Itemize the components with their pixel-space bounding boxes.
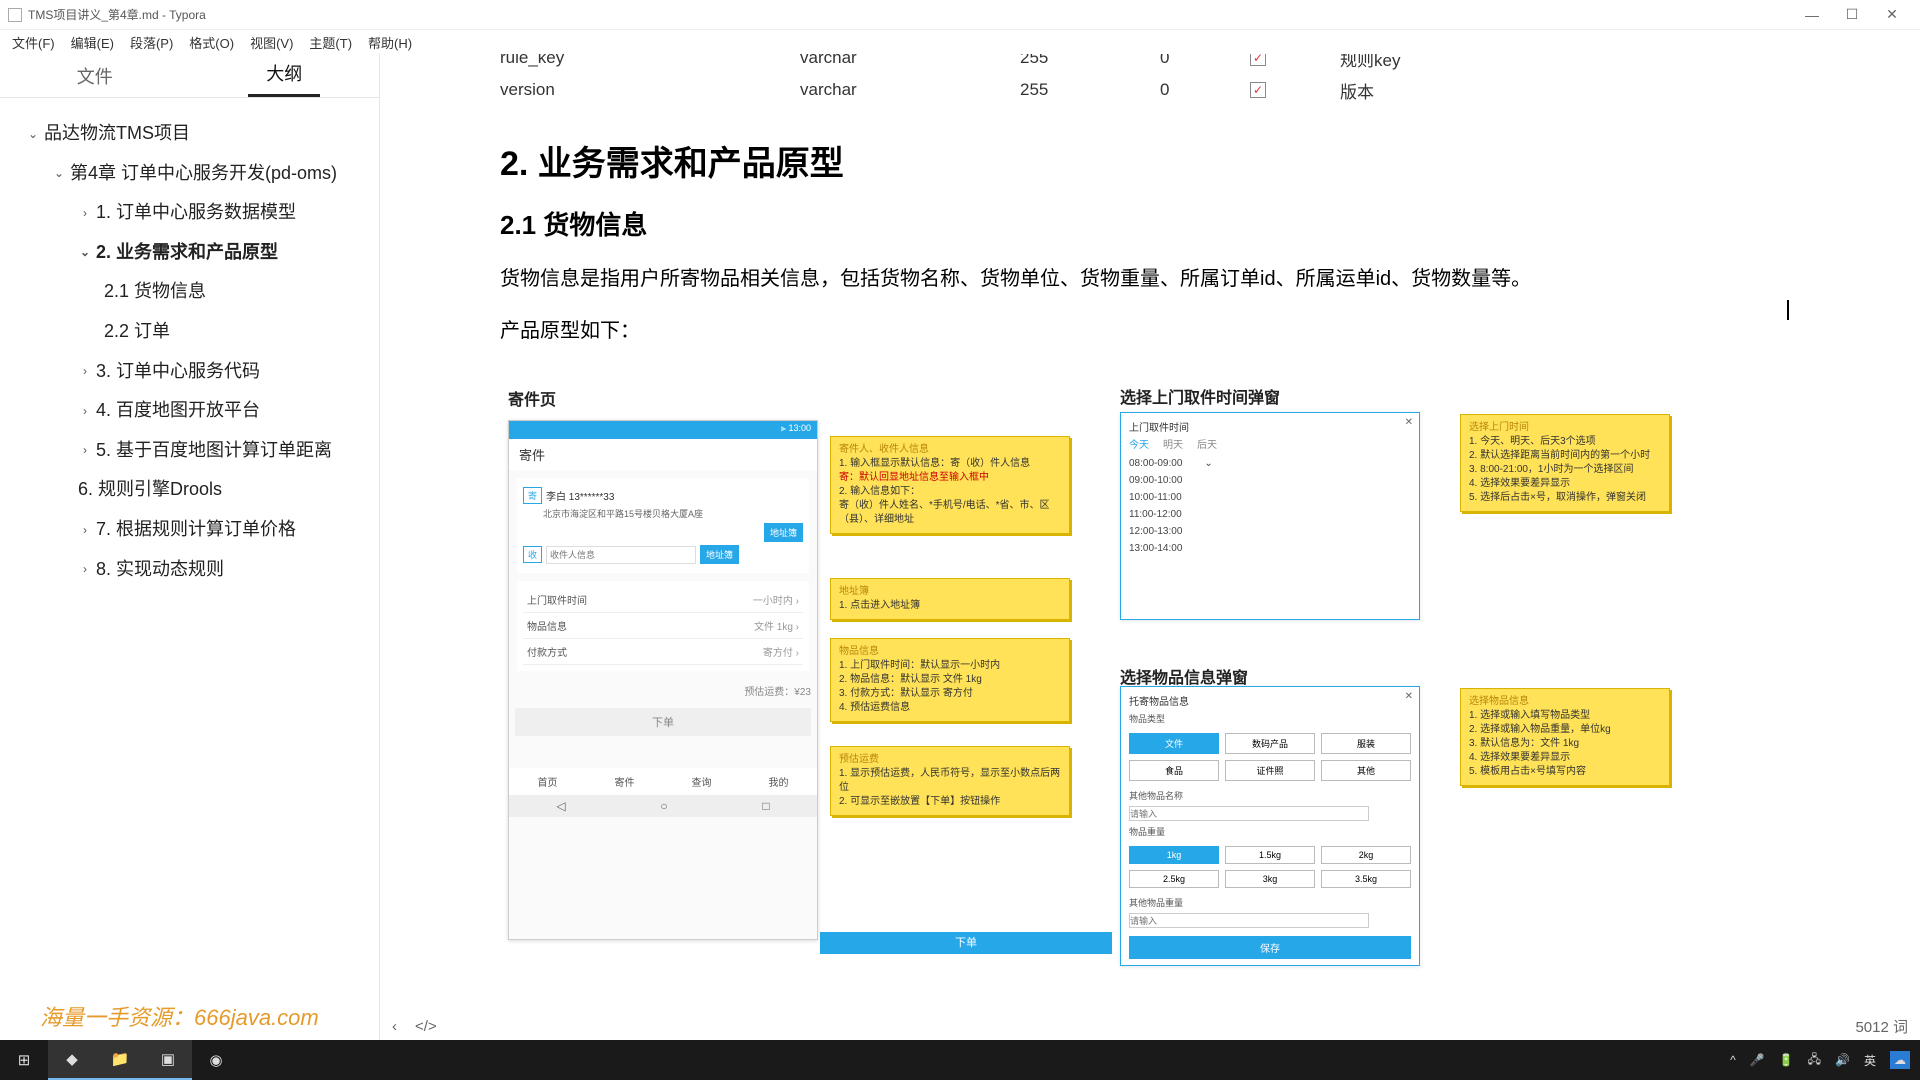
goods-popup: ✕ 托寄物品信息 物品类型 文件数码产品服装 食品证件照其他 其他物品名称 物品… xyxy=(1120,686,1420,966)
start-button[interactable]: ⊞ xyxy=(0,1040,48,1080)
note: 物品信息 1. 上门取件时间：默认显示一小时内2. 物品信息：默认显示 文件 1… xyxy=(830,638,1070,722)
nav-back-icon[interactable]: ‹ xyxy=(392,1018,397,1035)
outline-tree: ⌄品达物流TMS项目 ⌄第4章 订单中心服务开发(pd-oms) ›1. 订单中… xyxy=(0,98,379,1040)
menu-help[interactable]: 帮助(H) xyxy=(360,33,420,52)
taskbar-app[interactable]: 📁 xyxy=(96,1040,144,1080)
phone-statusbar: ⫸ 13:00 xyxy=(509,421,817,439)
outline-item[interactable]: ›5. 基于百度地图计算订单距离 xyxy=(8,431,371,471)
menu-paragraph[interactable]: 段落(P) xyxy=(122,33,181,52)
table-row: rule_keyvarchar2550✓规则key xyxy=(500,54,1800,74)
save-button: 保存 xyxy=(1129,936,1411,959)
chevron-down-icon: ⌄ xyxy=(1204,458,1212,469)
caret-icon: ⌄ xyxy=(78,239,92,265)
titlebar: TMS项目讲义_第4章.md - Typora — ☐ ✕ xyxy=(0,0,1920,30)
phone-title: 寄件 xyxy=(509,439,817,470)
statusbar: ‹ </> 5012 词 xyxy=(380,1012,1920,1040)
proto-label: 寄件页 xyxy=(508,386,556,410)
addrbook-button: 地址簿 xyxy=(700,545,739,564)
note: 预估运费 1. 显示预估运费，人民币符号，显示至小数点后两位2. 可显示至嵌放置… xyxy=(830,746,1070,816)
caret-icon: ⌄ xyxy=(52,160,66,186)
outline-item[interactable]: 6. 规则引擎Drools xyxy=(8,470,371,510)
menubar: 文件(F) 编辑(E) 段落(P) 格式(O) 视图(V) 主题(T) 帮助(H… xyxy=(0,30,1920,54)
prototype-diagram: 寄件页 选择上门取件时间弹窗 选择物品信息弹窗 ⫸ 13:00 寄件 寄李白 1… xyxy=(500,370,1800,990)
close-icon: ✕ xyxy=(1405,691,1413,702)
heading-h3: 2.1 货物信息 xyxy=(500,205,1800,242)
submit-button: 下单 xyxy=(515,708,811,736)
outline-item[interactable]: ›7. 根据规则计算订单价格 xyxy=(8,510,371,550)
caret-icon: › xyxy=(78,437,92,463)
proto-label: 选择上门取件时间弹窗 xyxy=(1120,384,1280,408)
receiver-input xyxy=(546,546,696,564)
time-popup: ✕ 上门取件时间 今天明天后天 08:00-09:00⌄ 09:00-10:00… xyxy=(1120,412,1420,620)
tab-outline[interactable]: 大纲 xyxy=(248,52,320,97)
note: 地址簿 1. 点击进入地址簿 xyxy=(830,578,1070,620)
taskbar-app[interactable]: ◆ xyxy=(48,1040,96,1080)
outline-chapter[interactable]: ⌄第4章 订单中心服务开发(pd-oms) xyxy=(8,154,371,194)
caret-icon: › xyxy=(78,398,92,424)
source-mode-icon[interactable]: </> xyxy=(415,1018,437,1035)
phone-mock: ⫸ 13:00 寄件 寄李白 13******33 北京市海淀区和平路15号楼贝… xyxy=(508,420,818,940)
ime-indicator: 英 xyxy=(1864,1052,1876,1069)
minimize-button[interactable]: — xyxy=(1792,7,1832,23)
note: 选择物品信息 1. 选择或输入填写物品类型2. 选择或输入物品重量，单位kg3.… xyxy=(1460,688,1670,786)
price-estimate: 预估运费：¥23 xyxy=(509,679,817,702)
outline-item[interactable]: ›4. 百度地图开放平台 xyxy=(8,391,371,431)
caret-icon: ⌄ xyxy=(26,121,40,147)
outline-item[interactable]: ›1. 订单中心服务数据模型 xyxy=(8,193,371,233)
outline-subitem[interactable]: 2.2 订单 xyxy=(8,312,371,352)
tab-files[interactable]: 文件 xyxy=(59,55,131,97)
note: 寄件人、收件人信息 1. 输入框显示默认信息：寄（收）件人信息 寄：默认回显地址… xyxy=(830,436,1070,534)
proto-label: 选择物品信息弹窗 xyxy=(1120,664,1248,688)
outline-item[interactable]: ›8. 实现动态规则 xyxy=(8,550,371,590)
outline-item-active[interactable]: ⌄2. 业务需求和产品原型 xyxy=(8,233,371,273)
note: 选择上门时间 1. 今天、明天、后天3个选项2. 默认选择距离当前时间内的第一个… xyxy=(1460,414,1670,512)
menu-format[interactable]: 格式(O) xyxy=(181,33,242,52)
caret-icon: › xyxy=(78,517,92,543)
menu-theme[interactable]: 主题(T) xyxy=(301,33,360,52)
sidebar: 文件 大纲 ⌄品达物流TMS项目 ⌄第4章 订单中心服务开发(pd-oms) ›… xyxy=(0,54,380,1040)
close-button[interactable]: ✕ xyxy=(1872,6,1912,23)
db-table: rule_keyvarchar2550✓规则key versionvarchar… xyxy=(500,54,1800,106)
order-bar: 下单 xyxy=(820,932,1112,954)
word-count[interactable]: 5012 词 xyxy=(1855,1016,1908,1037)
checkbox-icon: ✓ xyxy=(1250,54,1266,66)
outline-root[interactable]: ⌄品达物流TMS项目 xyxy=(8,114,371,154)
paragraph: 货物信息是指用户所寄物品相关信息，包括货物名称、货物单位、货物重量、所属订单id… xyxy=(500,260,1800,298)
addrbook-button: 地址簿 xyxy=(764,523,803,542)
app-icon xyxy=(8,8,22,22)
close-icon: ✕ xyxy=(1405,417,1413,428)
system-tray[interactable]: ^🎤🔋🖧🔊 英☁ xyxy=(1720,1050,1920,1071)
menu-view[interactable]: 视图(V) xyxy=(242,33,301,52)
taskbar-app[interactable]: ◉ xyxy=(192,1040,240,1080)
paragraph: 产品原型如下： xyxy=(500,312,1800,350)
checkbox-icon: ✓ xyxy=(1250,82,1266,98)
outline-item[interactable]: ›3. 订单中心服务代码 xyxy=(8,352,371,392)
caret-icon: › xyxy=(78,556,92,582)
maximize-button[interactable]: ☐ xyxy=(1832,6,1872,23)
heading-h2: 2. 业务需求和产品原型 xyxy=(500,136,1800,185)
chevron-up-icon: ^ xyxy=(1730,1053,1736,1067)
caret-icon: › xyxy=(78,200,92,226)
menu-edit[interactable]: 编辑(E) xyxy=(63,33,122,52)
editor-content[interactable]: rule_keyvarchar2550✓规则key versionvarchar… xyxy=(380,54,1920,1040)
taskbar-app[interactable]: ▣ xyxy=(144,1040,192,1080)
outline-subitem[interactable]: 2.1 货物信息 xyxy=(8,272,371,312)
table-row: versionvarchar2550✓版本 xyxy=(500,74,1800,106)
caret-icon: › xyxy=(78,358,92,384)
window-title: TMS项目讲义_第4章.md - Typora xyxy=(28,6,206,23)
menu-file[interactable]: 文件(F) xyxy=(4,33,63,52)
text-cursor xyxy=(1787,300,1789,320)
watermark: 海量一手资源：666java.com xyxy=(40,1000,319,1032)
taskbar: ⊞ ◆ 📁 ▣ ◉ ^🎤🔋🖧🔊 英☁ xyxy=(0,1040,1920,1080)
